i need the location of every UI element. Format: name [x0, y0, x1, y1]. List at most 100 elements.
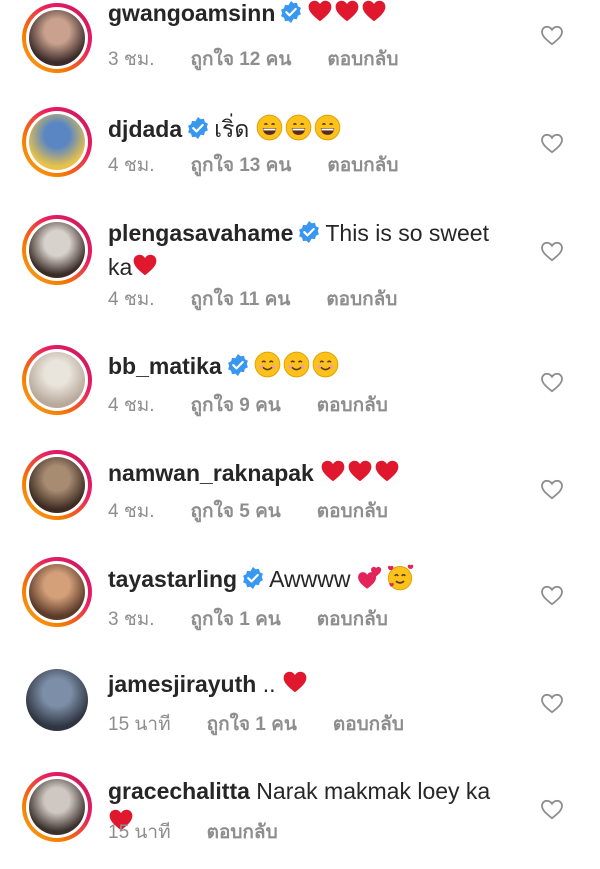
grinning-face-emoji-icon — [314, 114, 341, 149]
two-hearts-emoji-icon — [357, 564, 384, 599]
avatar-frame — [26, 561, 88, 623]
avatar — [29, 564, 85, 620]
comment-like-count[interactable]: ถูกใจ 11 คน — [191, 289, 291, 310]
comment-username[interactable]: tayastarling — [108, 566, 237, 592]
comment-meta: 15 นาที ถูกใจ 1 คน ตอบกลับ — [108, 709, 440, 739]
avatar-story-ring[interactable] — [22, 345, 92, 415]
comment-text: namwan_raknapak — [108, 458, 508, 492]
comment-like-count[interactable]: ถูกใจ 12 คน — [191, 49, 292, 70]
comment-emojis — [256, 114, 343, 142]
reply-button[interactable]: ตอบกลับ — [207, 822, 278, 843]
comment-emojis — [132, 254, 159, 280]
comment-like-count[interactable]: ถูกใจ 13 คน — [191, 155, 292, 176]
red-heart-emoji-icon — [361, 0, 387, 32]
avatar-story-ring[interactable] — [22, 665, 92, 735]
comment-text: tayastarling Awwww — [108, 563, 508, 599]
comment-username[interactable]: namwan_raknapak — [108, 460, 314, 486]
comment-emojis — [282, 671, 309, 697]
red-heart-emoji-icon — [307, 0, 333, 32]
heart-outline-icon[interactable] — [540, 132, 564, 154]
comment-emojis — [254, 351, 341, 379]
comment-username[interactable]: gracechalitta — [108, 778, 250, 804]
avatar-story-ring[interactable] — [22, 107, 92, 177]
heart-outline-icon[interactable] — [540, 240, 564, 262]
comment-time: 3 ชม. — [108, 609, 155, 630]
avatar-frame — [26, 349, 88, 411]
red-heart-emoji-icon — [282, 669, 308, 703]
smiling-face-emoji-icon — [312, 351, 339, 386]
smiling-face-emoji-icon — [254, 351, 281, 386]
avatar — [29, 457, 85, 513]
comment-username[interactable]: plengasavahame — [108, 220, 293, 246]
comment-time: 15 นาที — [108, 822, 171, 843]
avatar — [29, 779, 85, 835]
reply-button[interactable]: ตอบกลับ — [317, 501, 388, 522]
avatar-frame — [26, 219, 88, 281]
avatar — [29, 352, 85, 408]
comment-meta: 4 ชม. ถูกใจ 9 คน ตอบกลับ — [108, 390, 424, 420]
comment-like-count[interactable]: ถูกใจ 1 คน — [207, 714, 297, 735]
smiling-face-emoji-icon — [283, 351, 310, 386]
smiling-face-with-hearts-emoji-icon — [386, 563, 414, 599]
reply-button[interactable]: ตอบกลับ — [317, 395, 388, 416]
heart-outline-icon[interactable] — [540, 24, 564, 46]
comment-username[interactable]: djdada — [108, 116, 182, 142]
comment-like-count[interactable]: ถูกใจ 1 คน — [191, 609, 281, 630]
comment-message: This is so sweet — [325, 220, 489, 246]
reply-button[interactable]: ตอบกลับ — [327, 49, 398, 70]
heart-outline-icon[interactable] — [540, 584, 564, 606]
comment-meta: 3 ชม. ถูกใจ 1 คน ตอบกลับ — [108, 604, 424, 634]
avatar-story-ring[interactable] — [22, 450, 92, 520]
comment-time: 3 ชม. — [108, 49, 155, 70]
comment-time: 4 ชม. — [108, 395, 155, 416]
comment-time: 15 นาที — [108, 714, 171, 735]
comment-text: plengasavahame This is so sweet ka — [108, 218, 508, 286]
comment-message: Awwww — [269, 566, 351, 592]
heart-outline-icon[interactable] — [540, 692, 564, 714]
verified-badge-icon — [279, 0, 303, 32]
grinning-face-emoji-icon — [256, 114, 283, 149]
verified-badge-icon — [186, 116, 210, 148]
comment-text: djdada เริ่ด — [108, 114, 508, 149]
avatar-story-ring[interactable] — [22, 557, 92, 627]
avatar-story-ring[interactable] — [22, 215, 92, 285]
reply-button[interactable]: ตอบกลับ — [327, 155, 398, 176]
comment-emojis — [357, 564, 416, 592]
comment-username[interactable]: gwangoamsinn — [108, 0, 275, 26]
avatar-story-ring[interactable] — [22, 3, 92, 73]
red-heart-emoji-icon — [334, 0, 360, 32]
avatar-story-ring[interactable] — [22, 772, 92, 842]
heart-outline-icon[interactable] — [540, 798, 564, 820]
reply-button[interactable]: ตอบกลับ — [326, 289, 397, 310]
reply-button[interactable]: ตอบกลับ — [317, 609, 388, 630]
avatar — [29, 114, 85, 170]
red-heart-emoji-icon — [132, 252, 158, 286]
comment-like-count[interactable]: ถูกใจ 5 คน — [191, 501, 281, 522]
comment-time: 4 ชม. — [108, 501, 155, 522]
avatar-frame — [26, 111, 88, 173]
grinning-face-emoji-icon — [285, 114, 312, 149]
comment-message-continued: ka — [108, 254, 133, 280]
comment-meta: 15 นาที ตอบกลับ — [108, 817, 314, 847]
comment-message: เริ่ด — [214, 116, 250, 142]
comment-message: Narak makmak loey ka — [256, 778, 491, 804]
heart-outline-icon[interactable] — [540, 478, 564, 500]
comment-username[interactable]: bb_matika — [108, 353, 222, 379]
comment-meta: 4 ชม. ถูกใจ 13 คน ตอบกลับ — [108, 150, 434, 180]
comment-text: bb_matika — [108, 351, 508, 386]
heart-outline-icon[interactable] — [540, 371, 564, 393]
avatar-frame — [26, 669, 88, 731]
comment-meta: 4 ชม. ถูกใจ 5 คน ตอบกลับ — [108, 496, 424, 526]
avatar — [29, 10, 85, 66]
red-heart-emoji-icon — [347, 458, 373, 492]
reply-button[interactable]: ตอบกลับ — [333, 714, 404, 735]
comment-username[interactable]: jamesjirayuth — [108, 671, 256, 697]
verified-badge-icon — [241, 566, 265, 598]
comment-text: jamesjirayuth .. — [108, 669, 508, 703]
comment-text: gwangoamsinn — [108, 0, 508, 32]
comment-like-count[interactable]: ถูกใจ 9 คน — [191, 395, 281, 416]
avatar-frame — [26, 776, 88, 838]
avatar-frame — [26, 454, 88, 516]
red-heart-emoji-icon — [320, 458, 346, 492]
comment-emojis — [307, 0, 388, 26]
